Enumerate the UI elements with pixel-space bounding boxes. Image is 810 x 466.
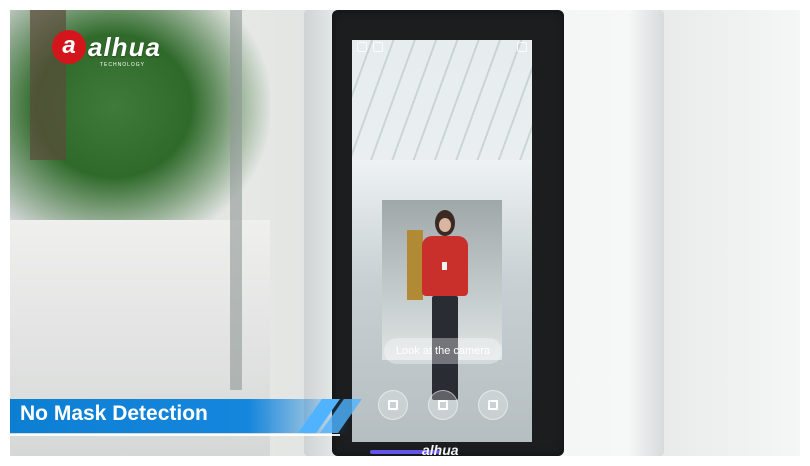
camera-prompt: Look at the camera [384,338,502,364]
caption-underline [10,434,340,436]
caption-title: No Mask Detection [20,402,208,425]
qr-code-icon [488,400,498,410]
qr-code-button[interactable] [478,390,508,420]
id-badge [442,262,447,270]
wifi-icon [373,42,383,52]
keypad-icon [438,400,448,410]
grid-button[interactable] [378,390,408,420]
terminal-screen: Look at the camera [352,40,532,442]
grid-icon [388,400,398,410]
logo-text: alhua [88,31,161,62]
ceiling [352,40,532,160]
menu-icon [357,42,367,52]
logo-subtext: TECHNOLOGY [100,62,146,68]
logo-mark-icon: a [52,30,86,64]
pole [230,10,242,390]
face [439,218,451,232]
keypad-button[interactable] [428,390,458,420]
settings-icon [517,42,527,52]
status-bar [352,40,532,54]
person [420,210,470,410]
brand-logo: a alhua TECHNOLOGY [52,30,161,68]
glass-wall [650,10,800,456]
device-brand: alhua [422,442,459,456]
screen-button-row [378,390,508,420]
video-frame: a alhua TECHNOLOGY Look at the camera al… [10,10,800,456]
